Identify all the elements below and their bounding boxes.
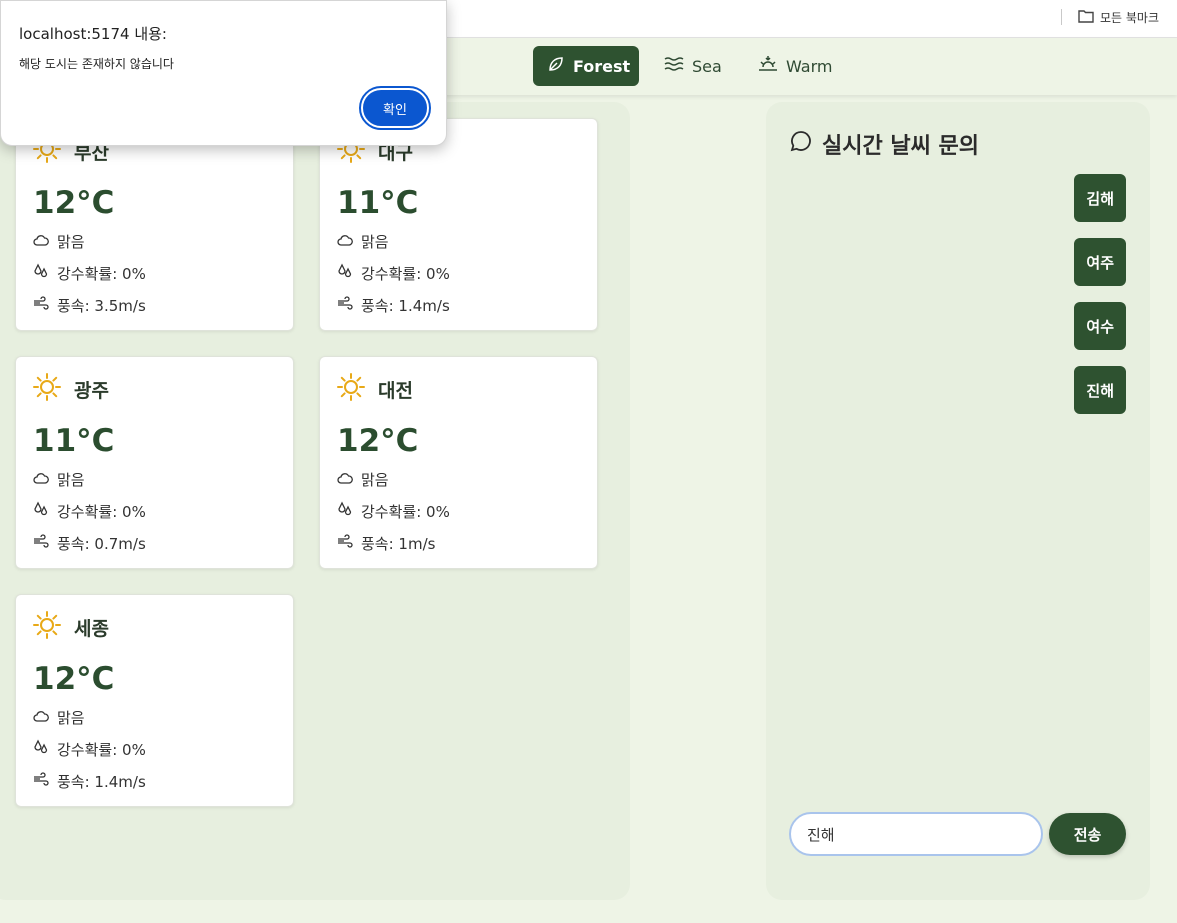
- card-header: 대전: [336, 372, 413, 406]
- temperature: 12°C: [33, 185, 115, 221]
- cloud-icon: [33, 470, 49, 488]
- wind-row: 풍속: 1m/s: [337, 533, 435, 553]
- precip-text: 강수확률: 0%: [361, 502, 450, 521]
- temperature: 11°C: [337, 185, 419, 221]
- weather-panel: 부산 12°C 맑음 강수확률: 0% 풍속: 3.5m/s 대구 11°C 맑…: [0, 102, 630, 900]
- sunset-icon: [758, 55, 778, 77]
- tab-forest-label: Forest: [573, 56, 631, 76]
- card-header: 광주: [32, 372, 109, 406]
- chat-title: 실시간 날씨 문의: [790, 128, 979, 160]
- sun-icon: [32, 610, 62, 644]
- precip-row: 강수확률: 0%: [33, 739, 146, 759]
- droplets-icon: [337, 501, 353, 521]
- tab-sea-label: Sea: [692, 56, 722, 76]
- weather-card[interactable]: 세종 12°C 맑음 강수확률: 0% 풍속: 1.4m/s: [15, 594, 294, 807]
- condition-text: 맑음: [57, 708, 85, 727]
- all-bookmarks-button[interactable]: 모든 북마크: [1078, 7, 1159, 27]
- condition-row: 맑음: [337, 231, 389, 251]
- dialog-ok-button[interactable]: 확인: [359, 86, 431, 130]
- chat-message: 여수: [1074, 302, 1126, 350]
- condition-text: 맑음: [361, 232, 389, 251]
- leaf-icon: [547, 55, 565, 77]
- tab-sea[interactable]: Sea: [650, 46, 732, 86]
- bookmark-separator: [1061, 9, 1062, 25]
- temperature: 12°C: [33, 661, 115, 697]
- chat-title-text: 실시간 날씨 문의: [822, 134, 979, 159]
- wind-text: 풍속: 0.7m/s: [57, 534, 146, 553]
- sun-icon: [336, 372, 366, 406]
- waves-icon: [664, 56, 684, 76]
- folder-icon: [1078, 9, 1094, 26]
- precip-text: 강수확률: 0%: [361, 264, 450, 283]
- weather-card[interactable]: 대구 11°C 맑음 강수확률: 0% 풍속: 1.4m/s: [319, 118, 598, 331]
- weather-card[interactable]: 광주 11°C 맑음 강수확률: 0% 풍속: 0.7m/s: [15, 356, 294, 569]
- temperature: 11°C: [33, 423, 115, 459]
- chat-message: 진해: [1074, 366, 1126, 414]
- city-name: 세종: [74, 617, 109, 640]
- chat-message: 김해: [1074, 174, 1126, 222]
- droplets-icon: [33, 501, 49, 521]
- chat-panel: 실시간 날씨 문의 김해 여주 여수 진해 전송: [766, 102, 1150, 900]
- condition-text: 맑음: [57, 232, 85, 251]
- weather-card[interactable]: 부산 12°C 맑음 강수확률: 0% 풍속: 3.5m/s: [15, 118, 294, 331]
- wind-icon: [33, 534, 49, 552]
- wind-text: 풍속: 1.4m/s: [57, 772, 146, 791]
- chat-input[interactable]: [789, 812, 1043, 856]
- condition-row: 맑음: [33, 707, 85, 727]
- tab-warm[interactable]: Warm: [744, 46, 844, 86]
- wind-icon: [337, 296, 353, 314]
- precip-text: 강수확률: 0%: [57, 502, 146, 521]
- precip-row: 강수확률: 0%: [33, 501, 146, 521]
- cloud-icon: [337, 470, 353, 488]
- droplets-icon: [337, 263, 353, 283]
- dialog-message: 해당 도시는 존재하지 않습니다: [19, 57, 174, 71]
- cloud-icon: [337, 232, 353, 250]
- precip-text: 강수확률: 0%: [57, 264, 146, 283]
- wind-row: 풍속: 3.5m/s: [33, 295, 146, 315]
- wind-row: 풍속: 1.4m/s: [337, 295, 450, 315]
- alert-dialog: localhost:5174 내용: 해당 도시는 존재하지 않습니다 확인: [0, 0, 447, 146]
- cloud-icon: [33, 708, 49, 726]
- cloud-icon: [33, 232, 49, 250]
- condition-row: 맑음: [33, 469, 85, 489]
- wind-icon: [337, 534, 353, 552]
- card-header: 세종: [32, 610, 109, 644]
- temperature: 12°C: [337, 423, 419, 459]
- wind-text: 풍속: 3.5m/s: [57, 296, 146, 315]
- condition-text: 맑음: [57, 470, 85, 489]
- wind-row: 풍속: 0.7m/s: [33, 533, 146, 553]
- condition-text: 맑음: [361, 470, 389, 489]
- city-name: 대전: [378, 379, 413, 402]
- tab-forest[interactable]: Forest: [533, 46, 639, 86]
- precip-row: 강수확률: 0%: [33, 263, 146, 283]
- wind-text: 풍속: 1.4m/s: [361, 296, 450, 315]
- wind-icon: [33, 772, 49, 790]
- precip-row: 강수확률: 0%: [337, 501, 450, 521]
- chat-message: 여주: [1074, 238, 1126, 286]
- wind-text: 풍속: 1m/s: [361, 534, 436, 553]
- city-name: 광주: [74, 379, 109, 402]
- wind-row: 풍속: 1.4m/s: [33, 771, 146, 791]
- condition-row: 맑음: [337, 469, 389, 489]
- tab-warm-label: Warm: [786, 56, 833, 76]
- precip-text: 강수확률: 0%: [57, 740, 146, 759]
- droplets-icon: [33, 739, 49, 759]
- all-bookmarks-label: 모든 북마크: [1100, 10, 1160, 25]
- droplets-icon: [33, 263, 49, 283]
- precip-row: 강수확률: 0%: [337, 263, 450, 283]
- sun-icon: [32, 372, 62, 406]
- wind-icon: [33, 296, 49, 314]
- message-circle-icon: [790, 130, 812, 158]
- weather-card[interactable]: 대전 12°C 맑음 강수확률: 0% 풍속: 1m/s: [319, 356, 598, 569]
- send-button[interactable]: 전송: [1049, 813, 1126, 855]
- dialog-title: localhost:5174 내용:: [19, 25, 167, 43]
- condition-row: 맑음: [33, 231, 85, 251]
